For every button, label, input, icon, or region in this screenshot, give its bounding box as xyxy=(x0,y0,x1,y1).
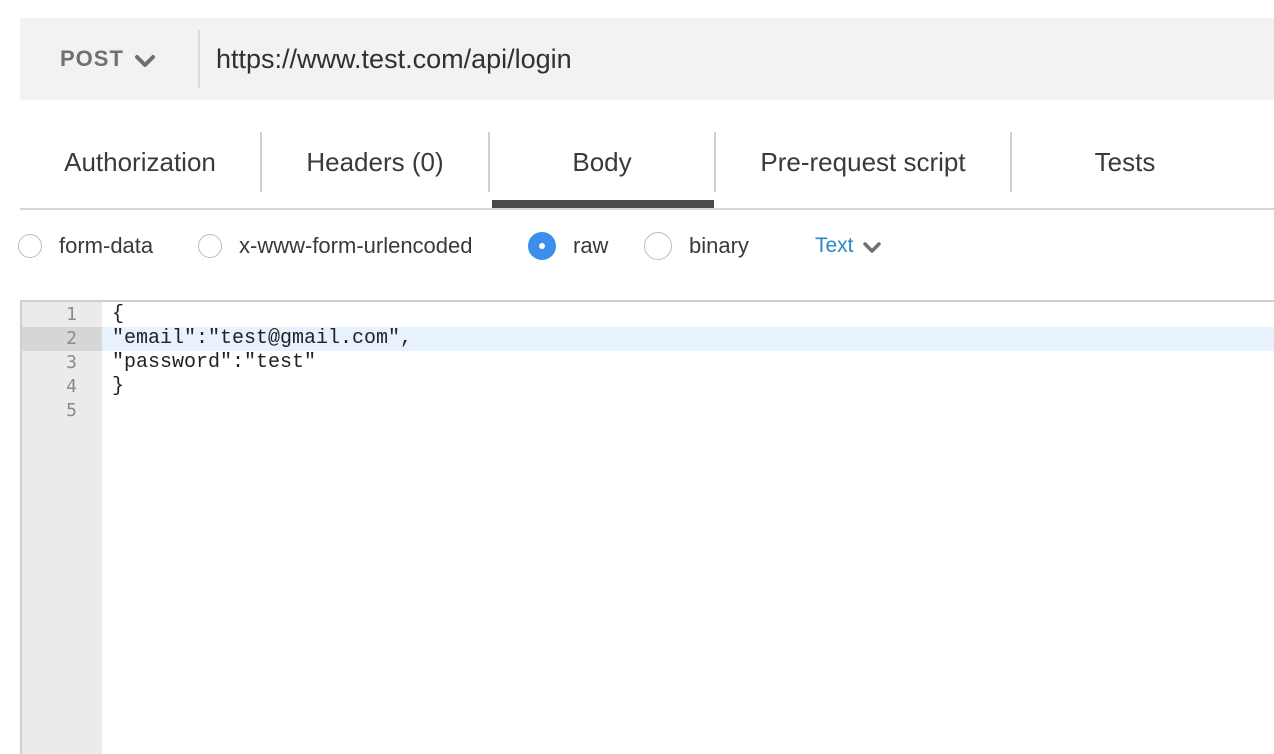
tab-label: Headers (0) xyxy=(306,147,444,177)
radio-button[interactable] xyxy=(644,232,672,260)
radio-button-selected[interactable] xyxy=(528,232,556,260)
line-number: 5 xyxy=(66,400,77,421)
format-label: Text xyxy=(815,234,854,257)
code-editor[interactable]: 1 { 2 "email":"test@gmail.com", 3 "passw… xyxy=(20,300,1274,754)
line-code: "password":"test" xyxy=(112,351,317,374)
radio-binary[interactable]: binary xyxy=(644,226,749,266)
tab-authorization[interactable]: Authorization xyxy=(20,130,260,208)
editor-line-active[interactable]: 2 "email":"test@gmail.com", xyxy=(22,327,1274,351)
radio-raw[interactable]: raw xyxy=(528,226,608,266)
line-number: 4 xyxy=(66,376,77,397)
tab-body[interactable]: Body xyxy=(490,130,714,208)
format-select[interactable]: Text xyxy=(815,226,882,266)
url-divider xyxy=(198,30,200,88)
radio-label: x-www-form-urlencoded xyxy=(239,233,473,258)
line-number: 3 xyxy=(66,352,77,373)
tab-label: Authorization xyxy=(64,147,216,177)
tab-headers[interactable]: Headers (0) xyxy=(262,130,488,208)
editor-line[interactable]: 3 "password":"test" xyxy=(22,351,1274,375)
request-tabs: Authorization Headers (0) Body Pre-reque… xyxy=(20,130,1274,210)
tab-label: Body xyxy=(572,147,632,177)
radio-button[interactable] xyxy=(18,234,42,258)
method-select[interactable]: POST xyxy=(60,44,156,74)
radio-button[interactable] xyxy=(198,234,222,258)
line-code: "email":"test@gmail.com", xyxy=(112,327,413,350)
line-number: 2 xyxy=(66,328,77,349)
tab-pre-request-script[interactable]: Pre-request script xyxy=(716,130,1010,208)
radio-label: binary xyxy=(689,233,749,258)
radio-label: form-data xyxy=(59,233,154,258)
method-label: POST xyxy=(60,46,124,71)
line-code: } xyxy=(112,375,125,398)
editor-line[interactable]: 1 { xyxy=(22,303,1274,327)
request-url-bar: POST xyxy=(20,18,1274,100)
editor-line[interactable]: 5 xyxy=(22,399,1274,423)
body-mode-options: form-data x-www-form-urlencoded raw bina… xyxy=(18,226,1274,266)
active-tab-indicator xyxy=(492,200,714,208)
line-code: { xyxy=(112,303,125,326)
chevron-down-icon xyxy=(134,55,155,67)
line-number: 1 xyxy=(66,304,77,325)
tab-tests[interactable]: Tests xyxy=(1012,130,1238,208)
chevron-down-icon xyxy=(862,242,881,253)
radio-label: raw xyxy=(573,233,609,258)
tab-label: Tests xyxy=(1094,147,1156,177)
radio-x-www-form-urlencoded[interactable]: x-www-form-urlencoded xyxy=(198,226,473,266)
editor-line[interactable]: 4 } xyxy=(22,375,1274,399)
tab-label: Pre-request script xyxy=(760,147,966,177)
url-input[interactable] xyxy=(216,38,1256,80)
radio-form-data[interactable]: form-data xyxy=(18,226,153,266)
